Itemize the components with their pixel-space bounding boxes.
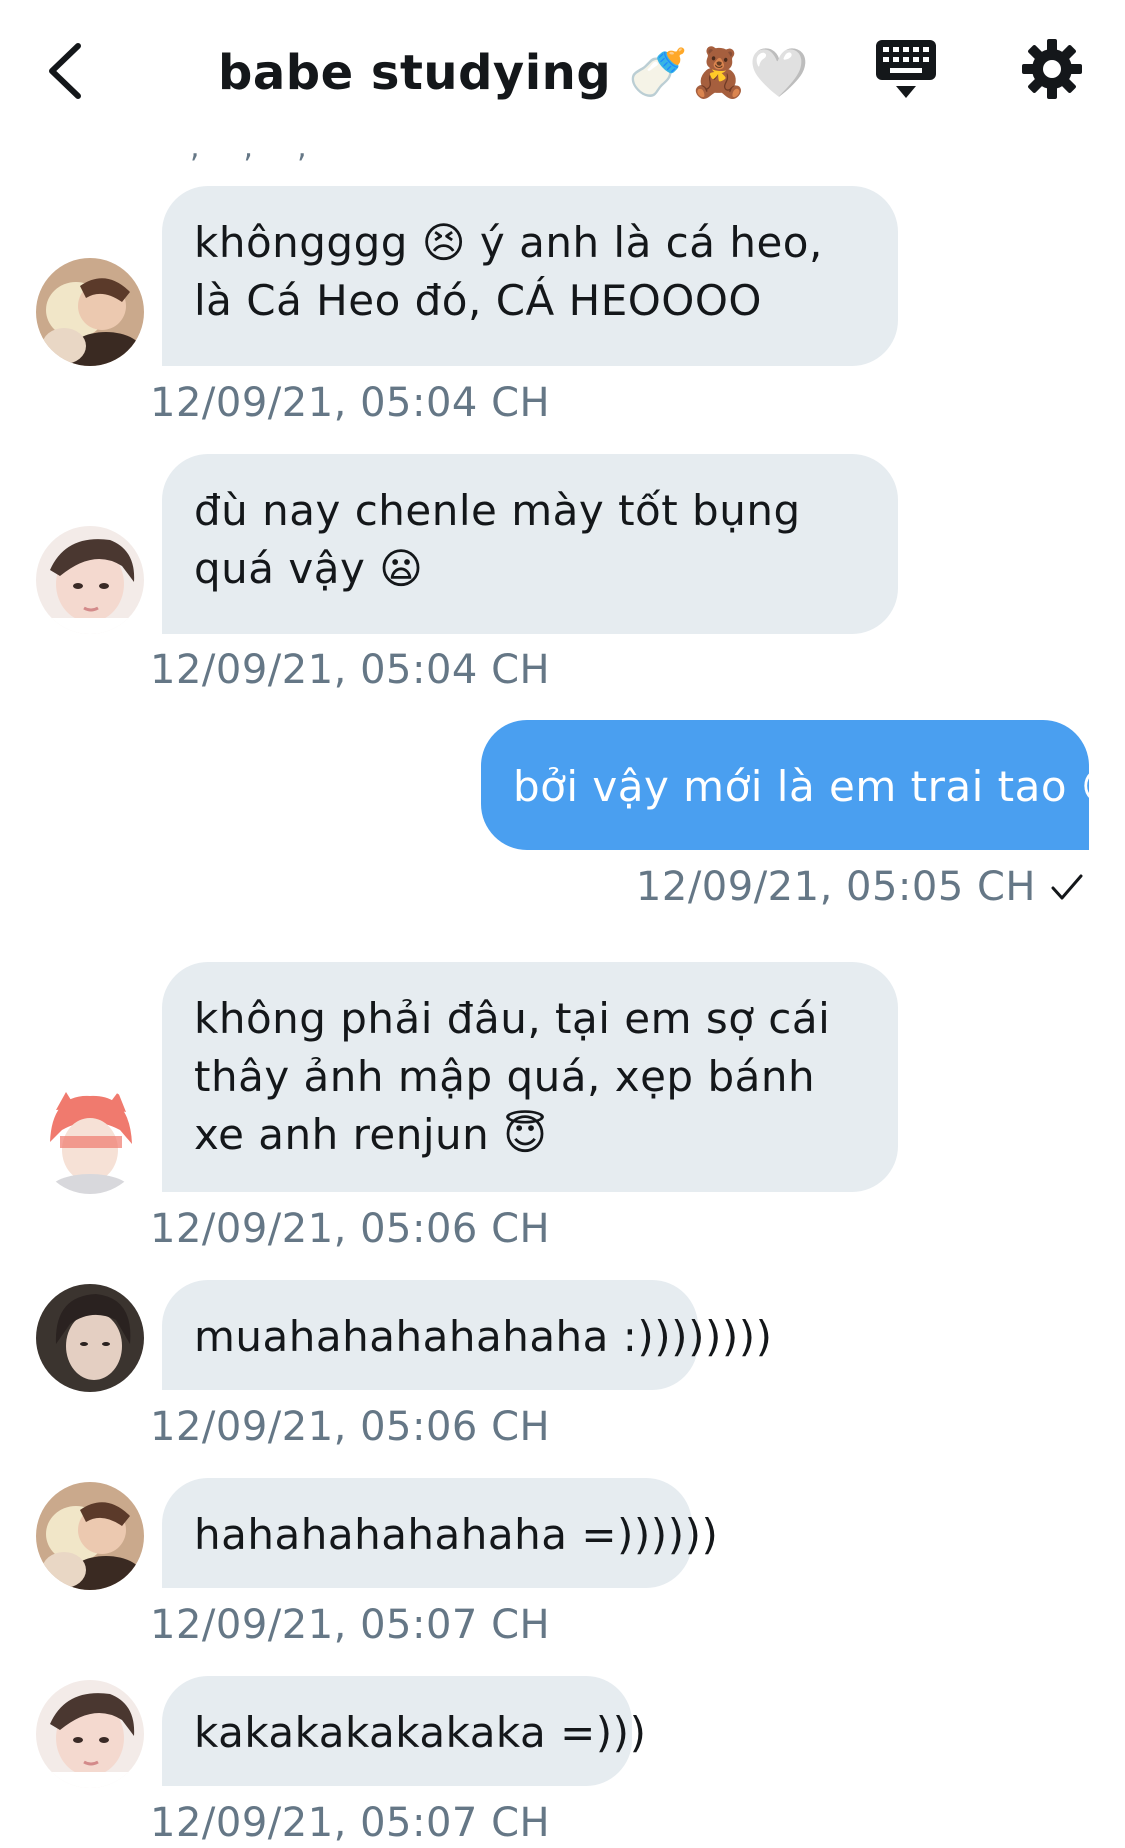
message-text: hahahahahahaha =)))))) — [194, 1510, 719, 1559]
avatar-photo — [36, 526, 144, 634]
keyboard-icon — [876, 40, 936, 98]
avatar[interactable] — [36, 1284, 144, 1392]
message-bubble-outgoing[interactable]: bởi vậy mới là em trai tao 😍 — [481, 720, 1125, 850]
message-timestamp: 12/09/21, 05:04 CH — [150, 380, 551, 426]
avatar[interactable] — [36, 526, 144, 634]
message-timestamp: 12/09/21, 05:05 CH — [635, 864, 1036, 910]
avatar[interactable] — [36, 1086, 144, 1194]
clipped-text-fragment: ,,, — [190, 130, 351, 165]
message-text: kakakakakakaka =))) — [194, 1708, 647, 1757]
message-timestamp: 12/09/21, 05:07 CH — [150, 1800, 551, 1846]
message-text: không phải đâu, tại em sợ cái thây ảnh m… — [194, 994, 831, 1159]
message-bubble[interactable]: không phải đâu, tại em sợ cái thây ảnh m… — [162, 962, 898, 1192]
avatar-photo — [36, 1284, 144, 1392]
avatar-photo — [36, 1086, 144, 1194]
message-text: muahahahahahaha :)))))))) — [194, 1312, 773, 1361]
avatar-photo — [36, 1680, 144, 1788]
gear-icon — [1022, 39, 1082, 99]
conversation-header: babe studying 🍼🧸🤍 ,,, — [0, 0, 1125, 163]
chevron-left-icon — [49, 43, 81, 99]
settings-button[interactable] — [1020, 36, 1084, 102]
message-bubble[interactable]: khôngggg 😣 ý anh là cá heo, là Cá Heo đó… — [162, 186, 898, 366]
message-text: đù nay chenle mày tốt bụng quá vậy 😦 — [194, 486, 801, 593]
message-bubble[interactable]: đù nay chenle mày tốt bụng quá vậy 😦 — [162, 454, 898, 634]
avatar[interactable] — [36, 1482, 144, 1590]
message-timestamp: 12/09/21, 05:06 CH — [150, 1404, 551, 1450]
back-button[interactable] — [40, 36, 100, 106]
check-icon — [1051, 874, 1083, 900]
message-timestamp: 12/09/21, 05:04 CH — [150, 647, 551, 693]
message-bubble[interactable]: kakakakakakaka =))) — [162, 1676, 646, 1786]
message-timestamp: 12/09/21, 05:07 CH — [150, 1602, 551, 1648]
message-text: bởi vậy mới là em trai tao 😍 — [513, 762, 1125, 811]
message-bubble[interactable]: hahahahahahaha =)))))) — [162, 1478, 718, 1588]
message-text: khôngggg 😣 ý anh là cá heo, là Cá Heo đó… — [194, 218, 823, 325]
avatar-photo — [36, 258, 144, 366]
message-bubble[interactable]: muahahahahahaha :)))))))) — [162, 1280, 772, 1390]
conversation-title[interactable]: babe studying 🍼🧸🤍 — [218, 38, 809, 108]
avatar[interactable] — [36, 258, 144, 366]
avatar-photo — [36, 1482, 144, 1590]
keyboard-button[interactable] — [874, 38, 938, 104]
message-timestamp: 12/09/21, 05:06 CH — [150, 1206, 551, 1252]
avatar[interactable] — [36, 1680, 144, 1788]
